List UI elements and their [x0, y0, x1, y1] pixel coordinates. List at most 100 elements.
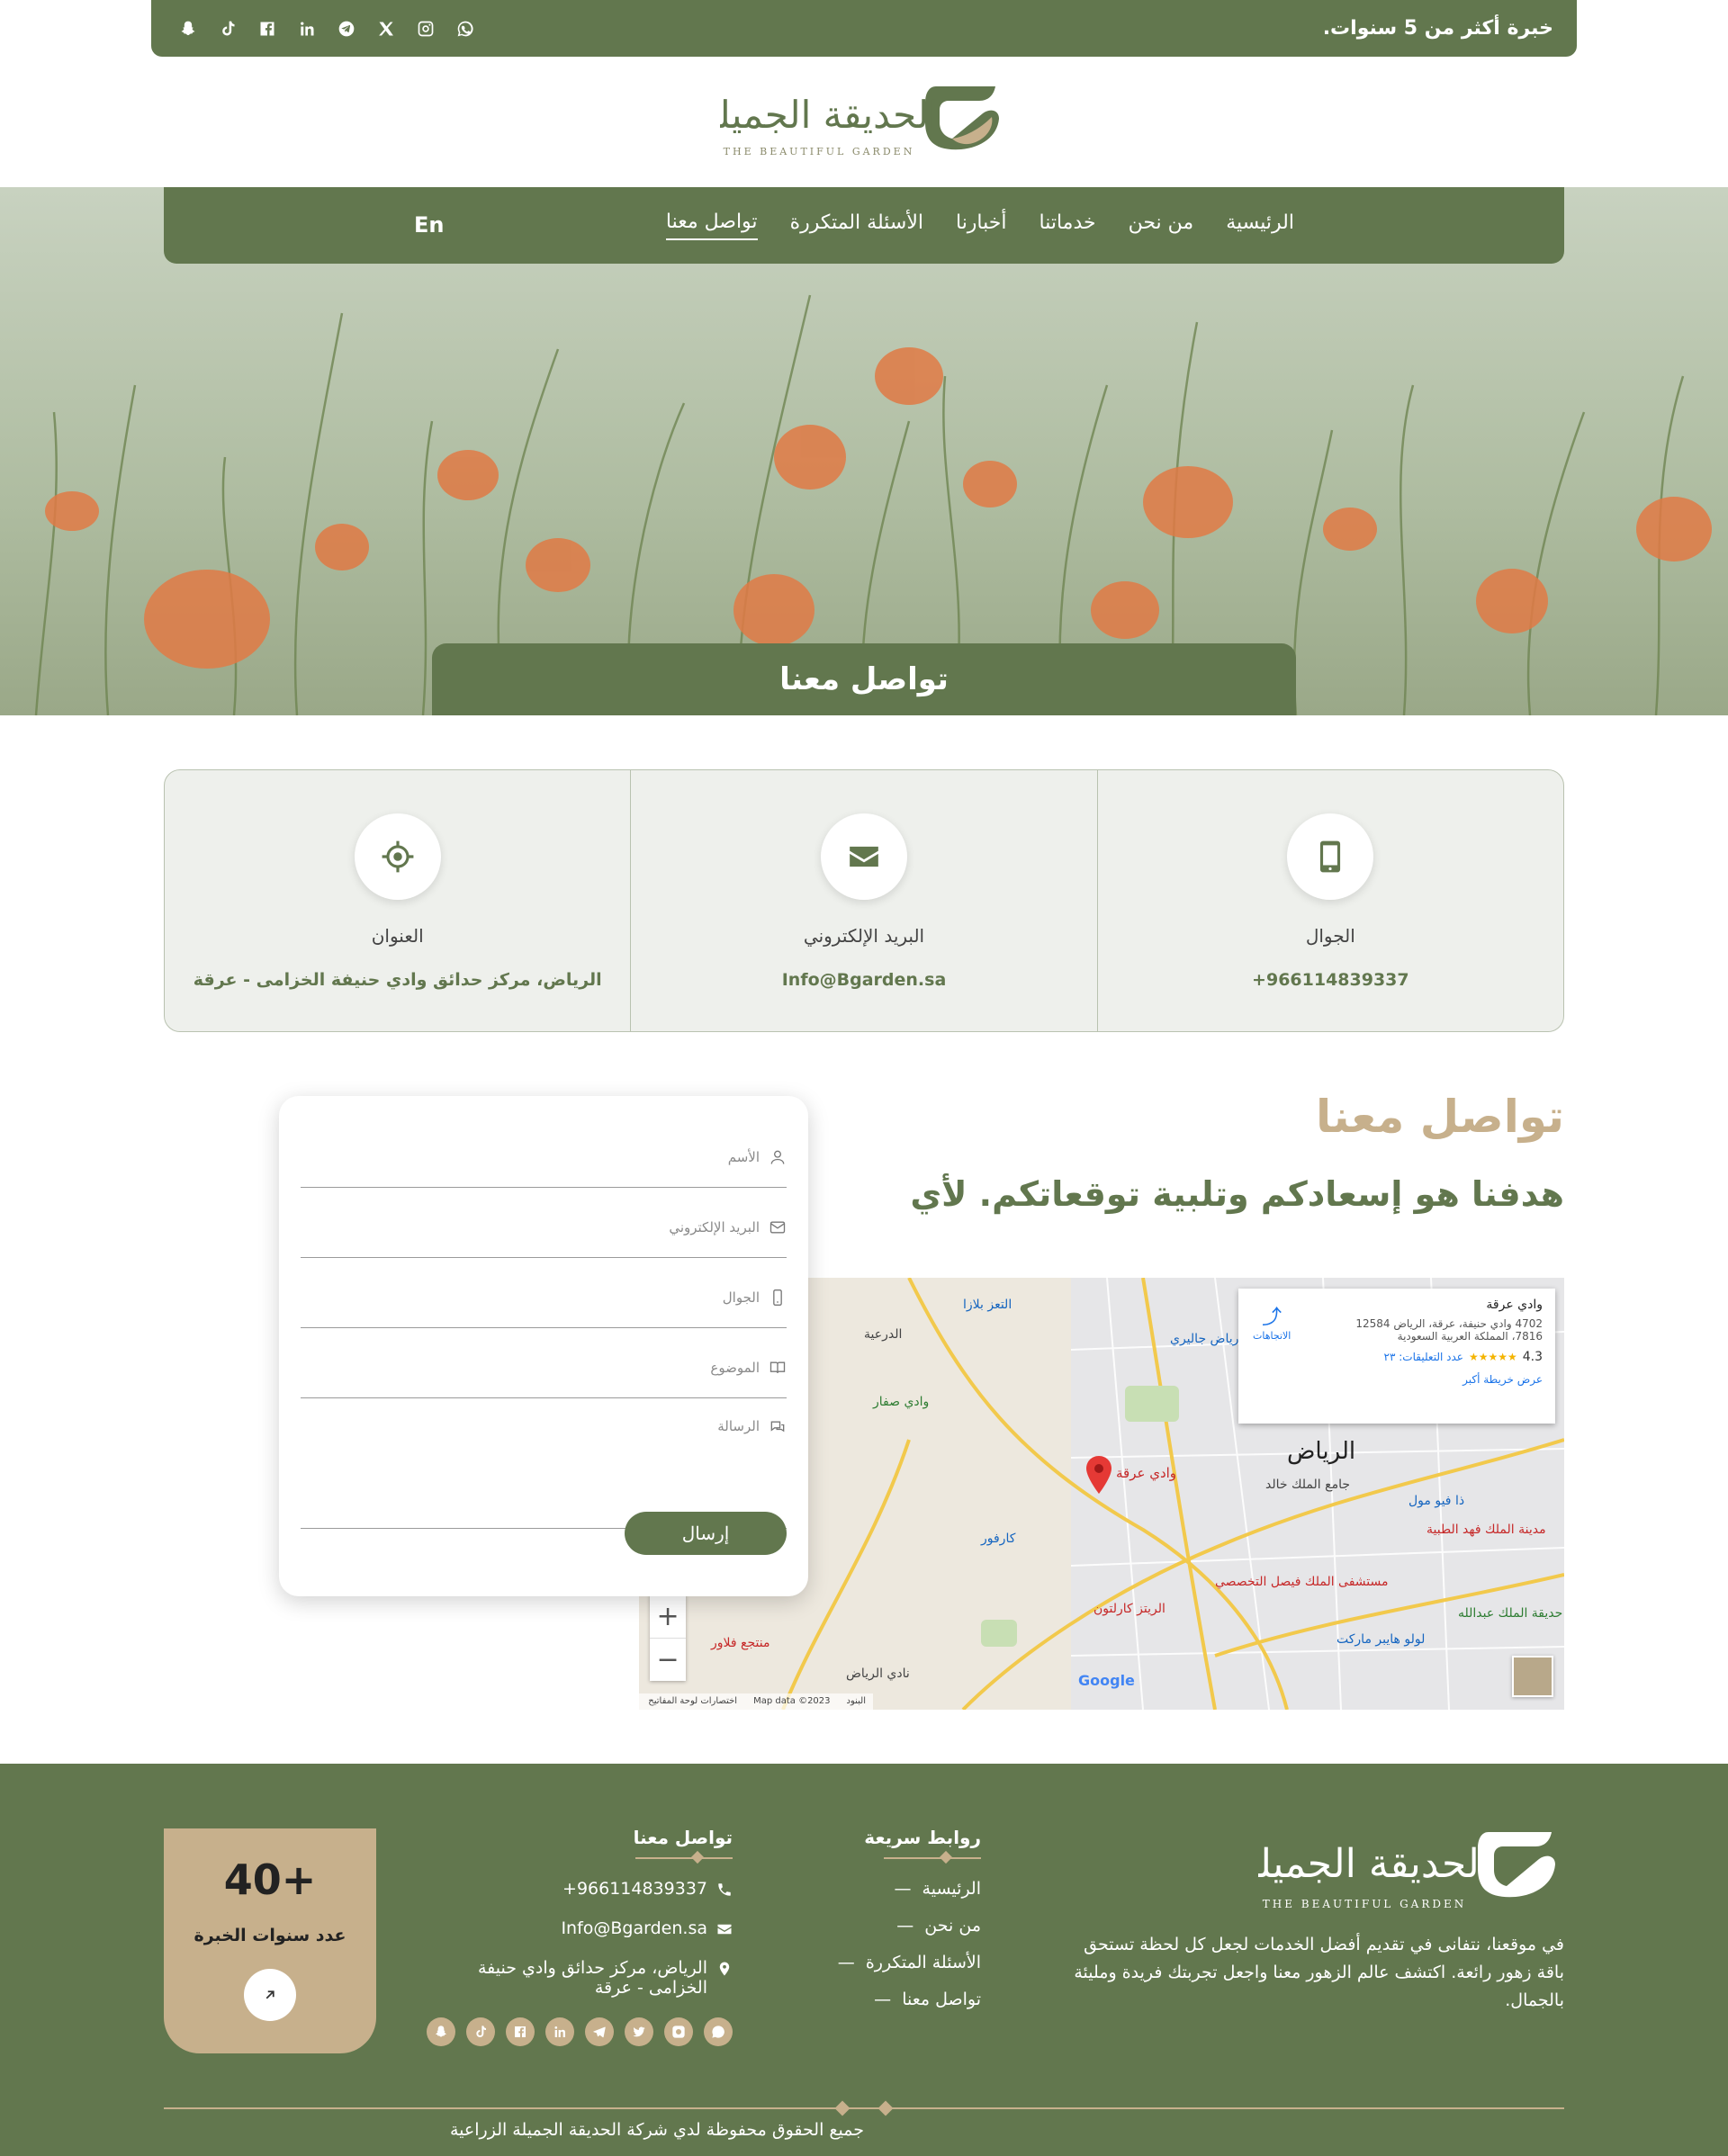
experience-badge-label: عدد سنوات الخبرة	[194, 1926, 346, 1945]
arrow-up-right-button[interactable]	[244, 1969, 296, 2021]
x-icon[interactable]	[373, 15, 400, 42]
logo-text-en: THE BEAUTIFUL GARDEN	[724, 146, 915, 157]
map-shortcuts[interactable]: اختصارات لوحة المفاتيح	[648, 1696, 737, 1707]
subject-field[interactable]: الموضوع	[301, 1328, 787, 1398]
footer-logo-ar: الحديقة الجميلة	[1258, 1841, 1490, 1887]
map-directions-button[interactable]: ⤴ الاتجاهات	[1253, 1301, 1291, 1342]
submit-button[interactable]: إرسال	[625, 1512, 787, 1555]
map-label-kfsh: مستشفى الملك فيصل التخصصي	[1215, 1575, 1389, 1589]
phone-card-title: الجوال	[1305, 925, 1355, 947]
map-label-flower-resort: منتجع فلاور	[711, 1636, 770, 1650]
map-label-ritz: الريتز كارلتون	[1094, 1602, 1166, 1616]
user-icon	[770, 1150, 785, 1164]
map-place-name: وادي عرقة	[1486, 1298, 1543, 1312]
logo-text-ar: الحديقة الجميلة	[720, 93, 940, 137]
footer-contact: تواصل معنا 966114839337+ Info@Bgarden.sa…	[427, 1827, 733, 2046]
quick-links-title: روابط سريعة	[864, 1827, 981, 1848]
map-label-kfmc: مدينة الملك فهد الطبية	[1426, 1523, 1546, 1537]
email-card-value[interactable]: Info@Bgarden.sa	[782, 970, 947, 990]
map-label-diriyah: الدرعية	[864, 1327, 903, 1342]
location-crosshair-icon	[354, 813, 441, 900]
telegram-icon[interactable]	[333, 15, 360, 42]
footer-logo[interactable]: الحديقة الجميلة THE BEAUTIFUL GARDEN	[1258, 1827, 1564, 1917]
name-field[interactable]: الأسم	[301, 1118, 787, 1188]
map-satellite-toggle[interactable]	[1512, 1656, 1553, 1697]
directions-icon: ⤴	[1262, 1307, 1282, 1329]
linkedin-icon[interactable]	[545, 2017, 574, 2046]
nav-item-faq[interactable]: الأسئلة المتكررة	[790, 211, 923, 239]
map-zoom-in-button[interactable]: +	[650, 1595, 686, 1638]
footer-link-about[interactable]: من نحن	[838, 1916, 981, 1936]
nav-item-services[interactable]: خدماتنا	[1040, 211, 1096, 239]
map-label-king-abdullah-park: حديقة الملك عبدالله	[1458, 1606, 1563, 1621]
nav-item-home[interactable]: الرئيسية	[1226, 211, 1294, 239]
map-label-riyadh-gallery: رياض جاليري	[1170, 1332, 1239, 1346]
language-switch[interactable]: En	[414, 212, 444, 238]
instagram-icon[interactable]	[412, 15, 439, 42]
map-reviews[interactable]: عدد التعليقات: ٢٣	[1384, 1351, 1463, 1363]
nav-item-about[interactable]: من نحن	[1129, 211, 1194, 239]
map-label-view-mall: ذا فيو مول	[1408, 1494, 1465, 1508]
footer-social-links	[427, 2017, 733, 2046]
map-attribution-bar: البنود Map data ©2023 اختصارات لوحة المف…	[639, 1693, 873, 1710]
footer-link-home[interactable]: الرئيسية	[838, 1879, 981, 1899]
phone-field[interactable]: الجوال	[301, 1258, 787, 1328]
map-marker-label: وادي عرقة	[1116, 1465, 1177, 1481]
linkedin-icon[interactable]	[293, 15, 320, 42]
tiktok-icon[interactable]	[466, 2017, 495, 2046]
footer-link-contact[interactable]: تواصل معنا	[838, 1990, 981, 2009]
footer-phone[interactable]: 966114839337+	[427, 1879, 733, 1899]
snapchat-icon[interactable]	[427, 2017, 455, 2046]
nav-item-news[interactable]: أخبارنا	[956, 211, 1007, 239]
address-card-value: الرياض، مركز حدائق وادي حنيفة الخزامى - …	[193, 970, 602, 990]
map-attribution: Map data ©2023	[753, 1696, 831, 1706]
address-card: العنوان الرياض، مركز حدائق وادي حنيفة ال…	[165, 770, 630, 1031]
divider	[635, 1852, 733, 1864]
experience-badge: +40 عدد سنوات الخبرة	[164, 1828, 376, 2053]
footer-quick-links: روابط سريعة الرئيسية من نحن الأسئلة المت…	[838, 1827, 981, 2026]
envelope-icon	[717, 1924, 732, 1935]
map-larger-link[interactable]: عرض خريطة أكبر	[1251, 1373, 1543, 1386]
whatsapp-icon[interactable]	[704, 2017, 733, 2046]
map-terms[interactable]: البنود	[847, 1696, 866, 1707]
site-logo[interactable]: الحديقة الجميلة THE BEAUTIFUL GARDEN	[720, 83, 1008, 164]
subject-placeholder: الموضوع	[710, 1359, 760, 1376]
facebook-icon[interactable]	[506, 2017, 535, 2046]
divider	[884, 1852, 981, 1864]
contact-info-cards: الجوال 966114839337+ البريد الإلكتروني I…	[164, 769, 1564, 1032]
message-field[interactable]: الرسالة	[301, 1398, 787, 1529]
message-placeholder: الرسالة	[717, 1418, 760, 1434]
contact-section-subtitle: هدفنا هو إسعادكم وتلبية توقعاتكم. لأي	[910, 1174, 1564, 1214]
map-place-address-1: 4702 وادي حنيفة، عرقة، الرياض 12584	[1355, 1317, 1543, 1330]
main-nav: الرئيسية من نحن خدماتنا أخبارنا الأسئلة …	[164, 187, 1564, 264]
contact-section-title: تواصل معنا	[1316, 1091, 1564, 1143]
tiktok-icon[interactable]	[214, 15, 241, 42]
top-social-links	[175, 15, 479, 42]
map-label-carrefour: كارفور	[981, 1532, 1016, 1546]
telegram-icon[interactable]	[585, 2017, 614, 2046]
footer-email[interactable]: Info@Bgarden.sa	[427, 1918, 733, 1938]
map-label-riyadh-club: نادي الرياض	[846, 1666, 910, 1681]
map-label-taaz-plaza: التعز بلازا	[963, 1298, 1012, 1312]
footer-divider	[164, 2107, 1564, 2109]
nav-item-contact[interactable]: تواصل معنا	[665, 211, 758, 240]
snapchat-icon[interactable]	[175, 15, 202, 42]
envelope-icon	[821, 813, 908, 900]
instagram-icon[interactable]	[664, 2017, 693, 2046]
facebook-icon[interactable]	[254, 15, 281, 42]
phone-card-value[interactable]: 966114839337+	[1252, 970, 1409, 990]
map-marker-icon[interactable]	[1085, 1456, 1112, 1494]
map-zoom-controls: + −	[650, 1595, 686, 1681]
footer-link-faq[interactable]: الأسئلة المتكررة	[838, 1953, 981, 1972]
copyright-text: جميع الحقوق محفوظة لدي شركة الحديقة الجم…	[450, 2120, 864, 2140]
whatsapp-icon[interactable]	[452, 15, 479, 42]
map-label-lulu: لولو هايبر ماركت	[1336, 1632, 1426, 1647]
map-zoom-out-button[interactable]: −	[650, 1638, 686, 1681]
mobile-outline-icon	[773, 1289, 782, 1306]
twitter-icon[interactable]	[625, 2017, 653, 2046]
email-field[interactable]: البريد الإلكتروني	[301, 1188, 787, 1258]
page-title: تواصل معنا	[432, 643, 1296, 715]
comments-icon	[770, 1421, 785, 1433]
hero-flowers-image	[0, 187, 1728, 715]
email-placeholder: البريد الإلكتروني	[669, 1218, 760, 1235]
